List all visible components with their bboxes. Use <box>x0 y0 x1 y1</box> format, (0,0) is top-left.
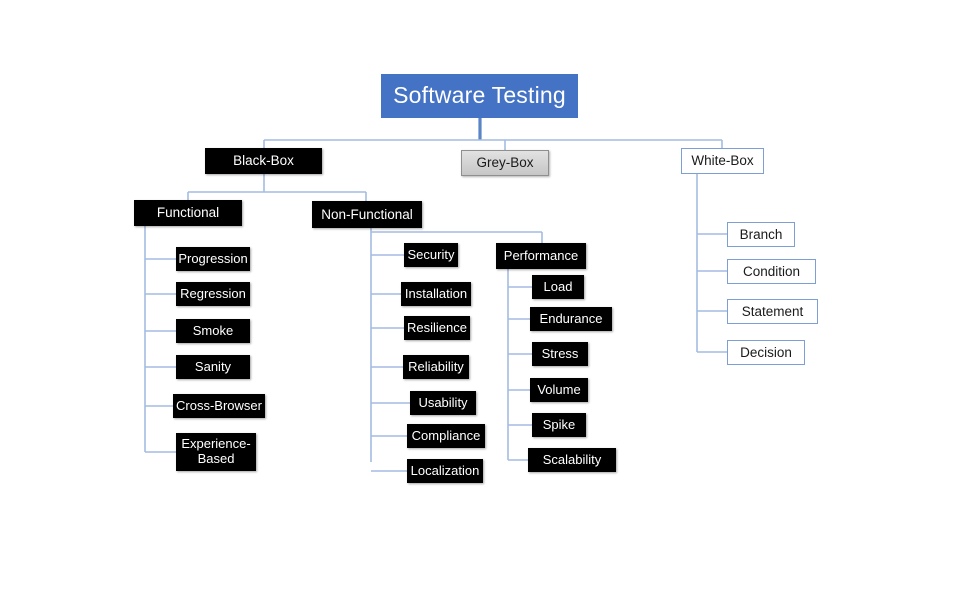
node-label: Reliability <box>408 358 464 374</box>
node-label: Localization <box>410 462 480 478</box>
node-cross-browser[interactable]: Cross-Browser <box>173 394 265 418</box>
node-label: Stress <box>541 345 579 361</box>
node-label: Smoke <box>192 322 234 338</box>
node-label: Sanity <box>194 358 232 374</box>
node-load[interactable]: Load <box>532 275 584 299</box>
node-label: Performance <box>503 247 579 263</box>
node-smoke[interactable]: Smoke <box>176 319 250 343</box>
node-sanity[interactable]: Sanity <box>176 355 250 379</box>
node-label: Volume <box>537 381 581 397</box>
node-label: Cross-Browser <box>176 397 262 413</box>
node-decision[interactable]: Decision <box>727 340 805 365</box>
node-label: Progression <box>178 250 248 266</box>
node-label: Experience- Based <box>181 436 251 466</box>
node-label: Scalability <box>542 451 602 467</box>
node-functional[interactable]: Functional <box>134 200 242 226</box>
node-label: Compliance <box>411 427 481 443</box>
node-label: Installation <box>404 285 468 301</box>
node-security[interactable]: Security <box>404 243 458 267</box>
node-usability[interactable]: Usability <box>410 391 476 415</box>
node-label: Statement <box>741 303 804 319</box>
node-stress[interactable]: Stress <box>532 342 588 366</box>
node-endurance[interactable]: Endurance <box>530 307 612 331</box>
node-localization[interactable]: Localization <box>407 459 483 483</box>
node-label: Branch <box>739 226 783 242</box>
node-installation[interactable]: Installation <box>401 282 471 306</box>
node-spike[interactable]: Spike <box>532 413 586 437</box>
node-white-box[interactable]: White-Box <box>681 148 764 174</box>
node-label: Spike <box>542 416 576 432</box>
node-scalability[interactable]: Scalability <box>528 448 616 472</box>
node-reliability[interactable]: Reliability <box>403 355 469 379</box>
node-progression[interactable]: Progression <box>176 247 250 271</box>
node-label: Functional <box>156 205 220 221</box>
node-performance[interactable]: Performance <box>496 243 586 269</box>
node-label: Non-Functional <box>321 206 413 222</box>
node-non-functional[interactable]: Non-Functional <box>312 201 422 228</box>
node-label: Decision <box>740 344 792 360</box>
node-black-box[interactable]: Black-Box <box>205 148 322 174</box>
node-volume[interactable]: Volume <box>530 378 588 402</box>
node-experience-based[interactable]: Experience- Based <box>176 433 256 471</box>
node-label: Resilience <box>407 319 467 335</box>
node-statement[interactable]: Statement <box>727 299 818 324</box>
node-resilience[interactable]: Resilience <box>404 316 470 340</box>
node-regression[interactable]: Regression <box>176 282 250 306</box>
node-condition[interactable]: Condition <box>727 259 816 284</box>
node-label: Endurance <box>539 310 603 326</box>
node-branch[interactable]: Branch <box>727 222 795 247</box>
node-label: Security <box>407 246 455 262</box>
node-software-testing[interactable]: Software Testing <box>381 74 578 118</box>
node-label: Grey-Box <box>476 155 534 171</box>
testing-taxonomy-diagram: Software Testing Black-Box Grey-Box Whit… <box>0 0 968 594</box>
node-label: Black-Box <box>233 153 294 169</box>
node-label: Usability <box>418 394 468 410</box>
node-label: Regression <box>180 285 246 301</box>
node-label: Software Testing <box>393 82 566 109</box>
node-compliance[interactable]: Compliance <box>407 424 485 448</box>
node-label: Load <box>543 278 573 294</box>
node-label: Condition <box>742 263 801 279</box>
node-label: White-Box <box>691 153 754 169</box>
node-grey-box[interactable]: Grey-Box <box>461 150 549 176</box>
